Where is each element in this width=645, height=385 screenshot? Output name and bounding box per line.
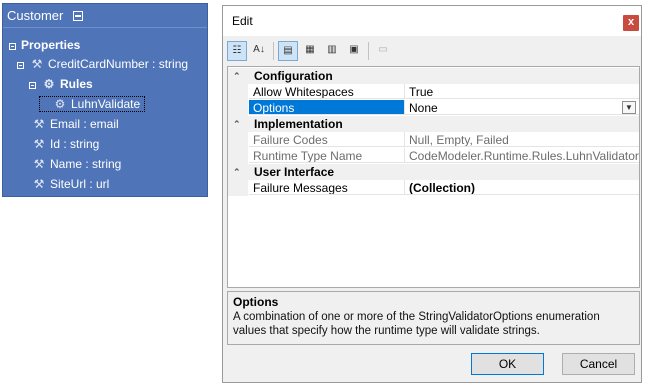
property-row-allow-whitespaces[interactable]: Allow Whitespaces True: [228, 84, 639, 100]
tree-node-email[interactable]: ⚒ Email : email: [31, 115, 119, 133]
minimize-icon[interactable]: [72, 10, 83, 21]
toolbar-separator: [273, 42, 274, 60]
category-user-interface[interactable]: ⌃ User Interface: [228, 164, 639, 180]
description-pane: Options A combination of one or more of …: [227, 291, 640, 345]
property-row-options[interactable]: Options None ▼: [228, 100, 639, 116]
tree-node-label: SiteUrl : url: [50, 177, 110, 191]
tree-node-label: Properties: [21, 38, 81, 52]
add-item-icon[interactable]: ▣: [344, 41, 364, 61]
property-row-failure-messages[interactable]: Failure Messages (Collection): [228, 180, 639, 196]
ok-button[interactable]: OK: [471, 353, 544, 375]
property-pages-disabled-icon: ▭: [378, 44, 388, 55]
collapse-icon[interactable]: ⌃: [233, 164, 241, 180]
tree-node-label: Id : string: [50, 137, 100, 151]
dialog-title: Edit: [232, 14, 253, 28]
wrench-icon: ⚒: [33, 157, 45, 171]
tree-node-properties[interactable]: Properties: [9, 36, 80, 54]
tree-node-label: CreditCardNumber : string: [48, 57, 189, 71]
alphabetical-sort-icon[interactable]: A↓: [249, 41, 269, 61]
customer-panel: Customer Properties ⚒ CreditCardNumber : …: [2, 3, 208, 197]
property-name: Allow Whitespaces: [249, 84, 405, 99]
cancel-button[interactable]: Cancel: [562, 353, 635, 375]
edit-dialog: Edit x ☷ A↓ ▤ ▦ ▥ ▣ ▭ ⌃ Configuration Al…: [222, 5, 642, 383]
tree-node-label: LuhnValidate: [71, 97, 141, 111]
events-icon[interactable]: ▦: [300, 41, 320, 61]
collapse-icon[interactable]: [29, 82, 36, 89]
tree-node-name[interactable]: ⚒ Name : string: [31, 155, 122, 173]
collapse-icon[interactable]: [9, 43, 16, 50]
dropdown-arrow-icon[interactable]: ▼: [622, 101, 636, 114]
customer-panel-header: Customer: [3, 4, 207, 28]
tree-node-label: Email : email: [50, 117, 119, 131]
property-name: Failure Codes: [249, 132, 405, 147]
tree-node-label: Name : string: [50, 157, 122, 171]
wrench-icon: ⚒: [31, 57, 43, 71]
dialog-titlebar[interactable]: Edit x: [223, 6, 641, 36]
close-icon: x: [627, 16, 635, 28]
rules-icon: ⚙: [43, 77, 55, 91]
property-value[interactable]: Null, Empty, Failed: [405, 132, 639, 147]
property-value[interactable]: CodeModeler.Runtime.Rules.LuhnValidator,…: [405, 148, 639, 163]
wrench-icon: ⚒: [33, 117, 45, 131]
tree-node-creditcardnumber[interactable]: ⚒ CreditCardNumber : string: [17, 55, 188, 73]
categorized-sort-icon[interactable]: ☷: [227, 41, 247, 61]
toolbar-separator: [368, 42, 369, 60]
property-value[interactable]: None: [405, 100, 639, 115]
wrench-icon: ⚒: [33, 177, 45, 191]
tree-node-label: Rules: [60, 77, 93, 91]
property-name: Failure Messages: [249, 180, 405, 195]
property-row-failure-codes[interactable]: Failure Codes Null, Empty, Failed: [228, 132, 639, 148]
close-button[interactable]: x: [623, 15, 639, 31]
tree-node-siteurl[interactable]: ⚒ SiteUrl : url: [31, 175, 110, 193]
property-name: Runtime Type Name: [249, 148, 405, 163]
wrench-icon: ⚒: [33, 137, 45, 151]
property-value[interactable]: (Collection): [405, 180, 639, 195]
collapse-icon[interactable]: [17, 62, 24, 69]
property-row-runtime-type-name[interactable]: Runtime Type Name CodeModeler.Runtime.Ru…: [228, 148, 639, 164]
property-grid: ⌃ Configuration Allow Whitespaces True O…: [227, 66, 640, 288]
propertygrid-toolbar: ☷ A↓ ▤ ▦ ▥ ▣ ▭: [227, 40, 639, 62]
property-pages-icon[interactable]: ▥: [322, 41, 342, 61]
tree-node-id[interactable]: ⚒ Id : string: [31, 135, 100, 153]
validator-icon: ⚙: [54, 97, 66, 111]
category-configuration[interactable]: ⌃ Configuration: [228, 68, 639, 84]
description-text: A combination of one or more of the Stri…: [233, 311, 600, 337]
collapse-icon[interactable]: ⌃: [233, 68, 241, 84]
property-value[interactable]: True: [405, 84, 639, 99]
tree-node-luhnvalidate[interactable]: ⚙ LuhnValidate: [39, 95, 146, 113]
properties-view-icon[interactable]: ▤: [278, 41, 298, 61]
tree-node-rules[interactable]: ⚙ Rules: [29, 75, 93, 93]
description-title: Options: [233, 295, 279, 309]
category-implementation[interactable]: ⌃ Implementation: [228, 116, 639, 132]
collapse-icon[interactable]: ⌃: [233, 116, 241, 132]
property-name: Options: [249, 100, 405, 115]
customer-title: Customer: [7, 8, 64, 23]
